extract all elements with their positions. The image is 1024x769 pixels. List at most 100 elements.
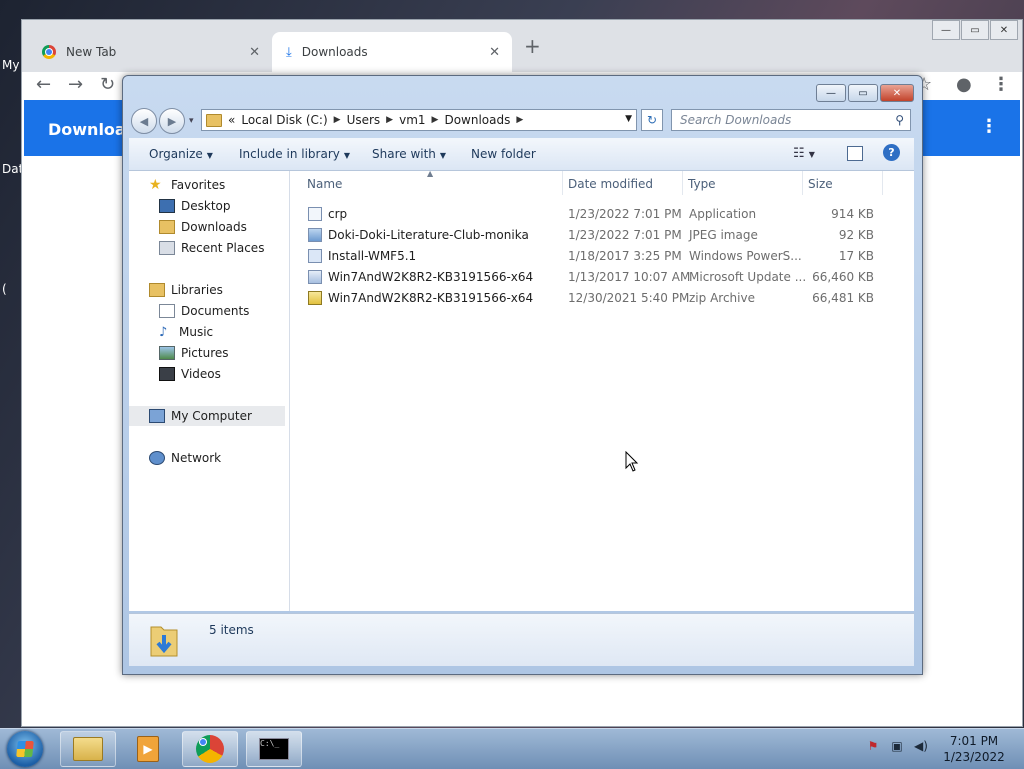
close-button[interactable]: ✕ bbox=[880, 84, 914, 102]
search-input[interactable]: Search Downloads ⚲ bbox=[671, 109, 911, 131]
tab-label: Downloads bbox=[301, 45, 368, 59]
file-date: 1/23/2022 7:01 PM bbox=[568, 228, 682, 242]
file-row[interactable]: Doki-Doki-Literature-Club-monika 1/23/20… bbox=[306, 225, 906, 246]
column-header-date[interactable]: Date modified bbox=[568, 177, 653, 191]
organize-menu[interactable]: Organize ▼ bbox=[149, 147, 213, 161]
system-tray: ⚑ ▣ ◀) bbox=[866, 739, 938, 753]
pictures-icon bbox=[159, 346, 175, 360]
close-icon[interactable]: ✕ bbox=[489, 45, 500, 60]
column-divider[interactable] bbox=[802, 171, 803, 195]
command-bar: Organize ▼ Include in library ▼ Share with… bbox=[129, 138, 914, 171]
chevron-right-icon[interactable]: ▶ bbox=[432, 115, 439, 125]
file-size: 914 KB bbox=[831, 207, 874, 221]
taskbar-explorer[interactable] bbox=[60, 731, 116, 767]
file-row[interactable]: Win7AndW2K8R2-KB3191566-x64 12/30/2021 5… bbox=[306, 288, 906, 309]
desktop-icon-label[interactable]: My bbox=[2, 58, 19, 72]
minimize-button[interactable]: — bbox=[816, 84, 846, 102]
desktop-icon-label[interactable]: ( bbox=[2, 282, 7, 296]
include-in-library-menu[interactable]: Include in library ▼ bbox=[239, 147, 350, 161]
breadcrumb-overflow[interactable]: « bbox=[228, 113, 235, 127]
column-header-name[interactable]: Name bbox=[307, 177, 342, 191]
desktop-icon-label[interactable]: Dat bbox=[2, 162, 23, 176]
nav-item-videos[interactable]: Videos bbox=[159, 364, 221, 384]
nav-label: My Computer bbox=[171, 409, 252, 423]
close-button[interactable]: ✕ bbox=[990, 20, 1018, 40]
column-divider[interactable] bbox=[682, 171, 683, 195]
forward-button[interactable]: ▶ bbox=[159, 108, 185, 134]
nav-item-downloads[interactable]: Downloads bbox=[159, 217, 247, 237]
share-label: Share with bbox=[372, 147, 436, 161]
network-icon[interactable]: ▣ bbox=[890, 739, 904, 753]
recent-places-icon bbox=[159, 241, 175, 255]
file-size: 66,481 KB bbox=[812, 291, 874, 305]
column-divider[interactable] bbox=[562, 171, 563, 195]
maximize-button[interactable]: ▭ bbox=[848, 84, 878, 102]
file-name: Win7AndW2K8R2-KB3191566-x64 bbox=[328, 291, 534, 305]
more-icon[interactable]: ⋮ bbox=[980, 116, 998, 137]
action-center-icon[interactable]: ⚑ bbox=[866, 739, 880, 753]
view-options-icon[interactable]: ☷ ▼ bbox=[793, 146, 815, 161]
nav-item-my-computer[interactable]: My Computer bbox=[129, 406, 285, 426]
close-icon[interactable]: ✕ bbox=[249, 45, 260, 60]
profile-icon[interactable]: ● bbox=[956, 74, 972, 95]
volume-icon[interactable]: ◀) bbox=[914, 739, 928, 753]
nav-label: Music bbox=[179, 325, 214, 339]
help-icon[interactable]: ? bbox=[883, 144, 900, 161]
taskbar-command-prompt[interactable]: C:\_ bbox=[246, 731, 302, 767]
forward-icon[interactable]: → bbox=[68, 74, 83, 95]
nav-item-pictures[interactable]: Pictures bbox=[159, 343, 229, 363]
address-bar[interactable]: « Local Disk (C:) ▶ Users ▶ vm1 ▶ Downlo… bbox=[201, 109, 637, 131]
file-name: Install-WMF5.1 bbox=[328, 249, 417, 263]
clock[interactable]: 7:01 PM 1/23/2022 bbox=[938, 733, 1010, 765]
back-button[interactable]: ◀ bbox=[131, 108, 157, 134]
breadcrumb-users[interactable]: Users bbox=[347, 113, 381, 127]
maximize-button[interactable]: ▭ bbox=[961, 20, 989, 40]
file-type: Application bbox=[689, 207, 757, 221]
breadcrumb-downloads[interactable]: Downloads bbox=[444, 113, 510, 127]
start-button[interactable] bbox=[7, 731, 43, 767]
nav-item-music[interactable]: ♪ Music bbox=[159, 322, 213, 342]
column-divider[interactable] bbox=[882, 171, 883, 195]
recent-pages-dropdown[interactable]: ▾ bbox=[189, 116, 194, 126]
preview-pane-icon[interactable] bbox=[847, 146, 863, 161]
new-folder-button[interactable]: New folder bbox=[471, 147, 536, 161]
breadcrumb-local-disk[interactable]: Local Disk (C:) bbox=[241, 113, 327, 127]
window-controls: — ▭ ✕ bbox=[931, 20, 1018, 40]
reload-icon[interactable]: ↻ bbox=[100, 74, 115, 95]
share-with-menu[interactable]: Share with ▼ bbox=[372, 147, 446, 161]
taskbar: ▶ C:\_ ⚑ ▣ ◀) 7:01 PM 1/23/2022 bbox=[0, 728, 1024, 769]
nav-label: Videos bbox=[181, 367, 221, 381]
refresh-button[interactable]: ↻ bbox=[641, 109, 663, 131]
tab-downloads[interactable]: ⤓ Downloads ✕ bbox=[272, 32, 512, 72]
powershell-file-icon bbox=[308, 249, 322, 263]
address-dropdown-icon[interactable]: ▼ bbox=[625, 114, 632, 124]
nav-item-network[interactable]: Network bbox=[149, 448, 221, 468]
nav-item-recent-places[interactable]: Recent Places bbox=[159, 238, 264, 258]
update-file-icon bbox=[308, 270, 322, 284]
videos-icon bbox=[159, 367, 175, 381]
search-icon[interactable]: ⚲ bbox=[895, 113, 904, 127]
nav-item-documents[interactable]: Documents bbox=[159, 301, 249, 321]
taskbar-media-player[interactable]: ▶ bbox=[120, 731, 176, 767]
chevron-right-icon[interactable]: ▶ bbox=[386, 115, 393, 125]
chrome-menu-icon[interactable]: ⋮ bbox=[992, 74, 1010, 95]
back-icon[interactable]: ← bbox=[36, 74, 51, 95]
file-row[interactable]: crp 1/23/2022 7:01 PM Application 914 KB bbox=[306, 204, 906, 225]
zip-file-icon bbox=[308, 291, 322, 305]
nav-item-libraries[interactable]: Libraries bbox=[149, 280, 223, 300]
nav-item-desktop[interactable]: Desktop bbox=[159, 196, 231, 216]
nav-label: Downloads bbox=[181, 220, 247, 234]
file-row[interactable]: Install-WMF5.1 1/18/2017 3:25 PM Windows… bbox=[306, 246, 906, 267]
column-header-size[interactable]: Size bbox=[808, 177, 833, 191]
file-row[interactable]: Win7AndW2K8R2-KB3191566-x64 1/13/2017 10… bbox=[306, 267, 906, 288]
chevron-right-icon[interactable]: ▶ bbox=[334, 115, 341, 125]
column-header-type[interactable]: Type bbox=[688, 177, 716, 191]
tab-new-tab[interactable]: New Tab ✕ bbox=[28, 32, 272, 72]
chevron-right-icon[interactable]: ▶ bbox=[516, 115, 523, 125]
taskbar-chrome[interactable] bbox=[182, 731, 238, 767]
new-tab-button[interactable]: + bbox=[524, 34, 541, 58]
nav-item-favorites[interactable]: ★ Favorites bbox=[149, 175, 225, 195]
file-type: zip Archive bbox=[689, 291, 755, 305]
breadcrumb-vm1[interactable]: vm1 bbox=[399, 113, 425, 127]
minimize-button[interactable]: — bbox=[932, 20, 960, 40]
